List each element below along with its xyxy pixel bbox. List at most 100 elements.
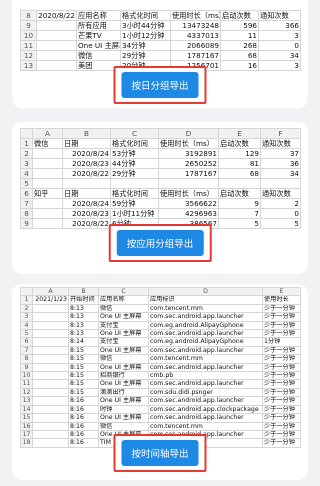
column-header-cell: A (32, 128, 63, 139)
export-by-day-button[interactable]: 按日分组导出 (121, 72, 199, 98)
table-cell: com.sec.android.app.clockpackage (148, 404, 263, 415)
table-cell: com.sec.android.app.launcher (148, 362, 263, 373)
table-cell: 格式化时间 (120, 10, 171, 21)
table-row: 5 (20, 178, 301, 189)
table-cell: 少于一分钟 (262, 379, 301, 389)
table-cell: 通知次数 (258, 10, 301, 21)
table-cell: One UI 主屏幕 (98, 396, 149, 406)
table-cell: 3192891 (158, 148, 219, 159)
table-cell (32, 208, 63, 219)
table-row: 1 2021/1/23 开始时间 应用名称 应用标识 使用时长 (20, 295, 301, 305)
table-cell: 8:13 (68, 320, 99, 331)
export-by-timeline-button[interactable]: 按时间轴导出 (121, 440, 199, 466)
table-row: 9 8:15 One UI 主屏幕 com.sec.android.app.launc… (20, 362, 301, 373)
table-cell (32, 337, 69, 347)
table-cell: com.sec.android.app.launcher (148, 413, 263, 423)
table-cell: 68 (220, 50, 259, 61)
table-cell: 招商银行 (98, 371, 149, 381)
table-cell: com.sec.android.app.launcher (148, 345, 263, 356)
table-cell (32, 303, 69, 314)
row-number: 12 (20, 50, 37, 61)
table-cell: 1787167 (170, 50, 221, 61)
table-row: 5 8:13 One UI 主屏幕 com.sec.android.app.launc… (20, 329, 301, 339)
table-row: 1 微信 日期 格式化时间 使用时长（ms） 启动次数 通知次数 (20, 138, 301, 149)
table-cell: 应用名称 (76, 10, 121, 21)
table-cell: 8:15 (68, 362, 99, 373)
table-cell: 少于一分钟 (262, 387, 301, 398)
table-cell (36, 20, 77, 31)
table-cell: One UI 主屏幕 (98, 362, 149, 373)
table-cell: One UI 主屏幕 (98, 312, 149, 322)
table-cell: 81 (218, 158, 261, 169)
row-number: 3 (20, 158, 33, 169)
table-cell: 微信 (98, 303, 149, 314)
timeline-table: A B C D E 1 2021/1/23 开始时间 应用名称 应用标识 使用时长 2 8:13 微信 co… (20, 286, 301, 448)
table-cell: 少于一分钟 (262, 404, 301, 415)
column-header-cell: F (260, 128, 301, 139)
row-number: 10 (20, 30, 37, 41)
table-cell: 8:15 (68, 371, 99, 381)
table-cell: 微信 (98, 354, 149, 364)
row-number: 8 (20, 208, 33, 219)
table-cell: com.tencent.mm (148, 354, 263, 364)
table-cell: 1小时11分钟 (110, 208, 159, 219)
table-cell: com.sec.android.app.launcher (148, 312, 263, 322)
row-number: 16 (20, 421, 33, 431)
column-header-cell: B (68, 286, 99, 297)
table-cell (32, 429, 69, 440)
table-cell (32, 345, 69, 356)
table-cell (110, 178, 159, 189)
table-cell: 8:15 (68, 379, 99, 389)
table-cell (158, 178, 219, 189)
row-number: 10 (20, 371, 33, 381)
table-cell: 8:15 (68, 387, 99, 398)
table-cell: 1分钟 (262, 337, 301, 347)
daily-group-table: 8 2020/8/22 应用名称 格式化时间 使用时长（ms） 启动次数 通知次数 9 所有应用… (20, 10, 301, 71)
table-cell: 8:13 (68, 303, 99, 314)
table-cell: 少于一分钟 (262, 303, 301, 314)
row-number: 4 (20, 168, 33, 179)
table-cell: One UI 主屏幕 (76, 40, 121, 51)
table-cell: 53分钟 (110, 148, 159, 159)
table-row: 11 One UI 主屏幕34分钟20660892680 (20, 40, 301, 51)
row-number: 1 (20, 295, 33, 305)
table-row: 8 2020/8/23 1小时11分钟 4296963 7 0 (20, 208, 301, 219)
table-cell: 少于一分钟 (262, 354, 301, 364)
table-cell: 8:16 (68, 413, 99, 423)
column-header-cell: C (110, 128, 159, 139)
row-number: 11 (20, 40, 37, 51)
table-cell: 少于一分钟 (262, 345, 301, 356)
table-cell: com.sdu.didi.psnger (148, 387, 263, 398)
table-cell: 7 (218, 208, 261, 219)
app-group-table: A B C D E F 1 微信 日期 格式化时间 使用时长（ms） 启动次数 通知次数 2 2020/8/… (20, 128, 301, 229)
table-row: 13 8:16 One UI 主屏幕 com.sec.android.app.laun… (20, 396, 301, 406)
table-cell: 3 (258, 60, 301, 71)
table-cell: 微信 (32, 138, 63, 149)
table-row: 6 知乎 日期 格式化时间 使用时长（ms） 启动次数 通知次数 (20, 188, 301, 199)
table-cell (32, 168, 63, 179)
export-by-app-button[interactable]: 按应用分组导出 (116, 230, 204, 256)
table-cell: 3566622 (158, 198, 219, 209)
table-cell (32, 329, 69, 339)
table-cell (36, 50, 77, 61)
table-cell: 芒果TV (76, 30, 121, 41)
table-cell: com.tencent.mm (148, 303, 263, 314)
table-cell (32, 396, 69, 406)
table-row: 10 8:15 招商银行 cmb.pb 少于一分钟 (20, 371, 301, 381)
table-cell (260, 178, 301, 189)
row-number: 11 (20, 379, 33, 389)
export-by-day-card: 8 2020/8/22 应用名称 格式化时间 使用时长（ms） 启动次数 通知次数 9 所有应用… (12, 0, 308, 108)
table-cell: 8:16 (68, 438, 99, 448)
app-group-spreadsheet: A B C D E F 1 微信 日期 格式化时间 使用时长（ms） 启动次数 通知次数 2 2020/8/… (20, 128, 301, 229)
table-cell: 所有应用 (76, 20, 121, 31)
table-cell: 支付宝 (98, 320, 149, 331)
column-header-cell: E (218, 128, 261, 139)
table-cell: 29分钟 (110, 168, 159, 179)
table-cell (32, 148, 63, 159)
column-header-cell: C (98, 286, 149, 297)
table-cell: 少于一分钟 (262, 429, 301, 440)
table-cell: 日期 (62, 188, 111, 199)
table-cell (32, 178, 63, 189)
table-cell (32, 312, 69, 322)
table-row: 3 2020/8/23 44分钟 2650252 81 36 (20, 158, 301, 169)
